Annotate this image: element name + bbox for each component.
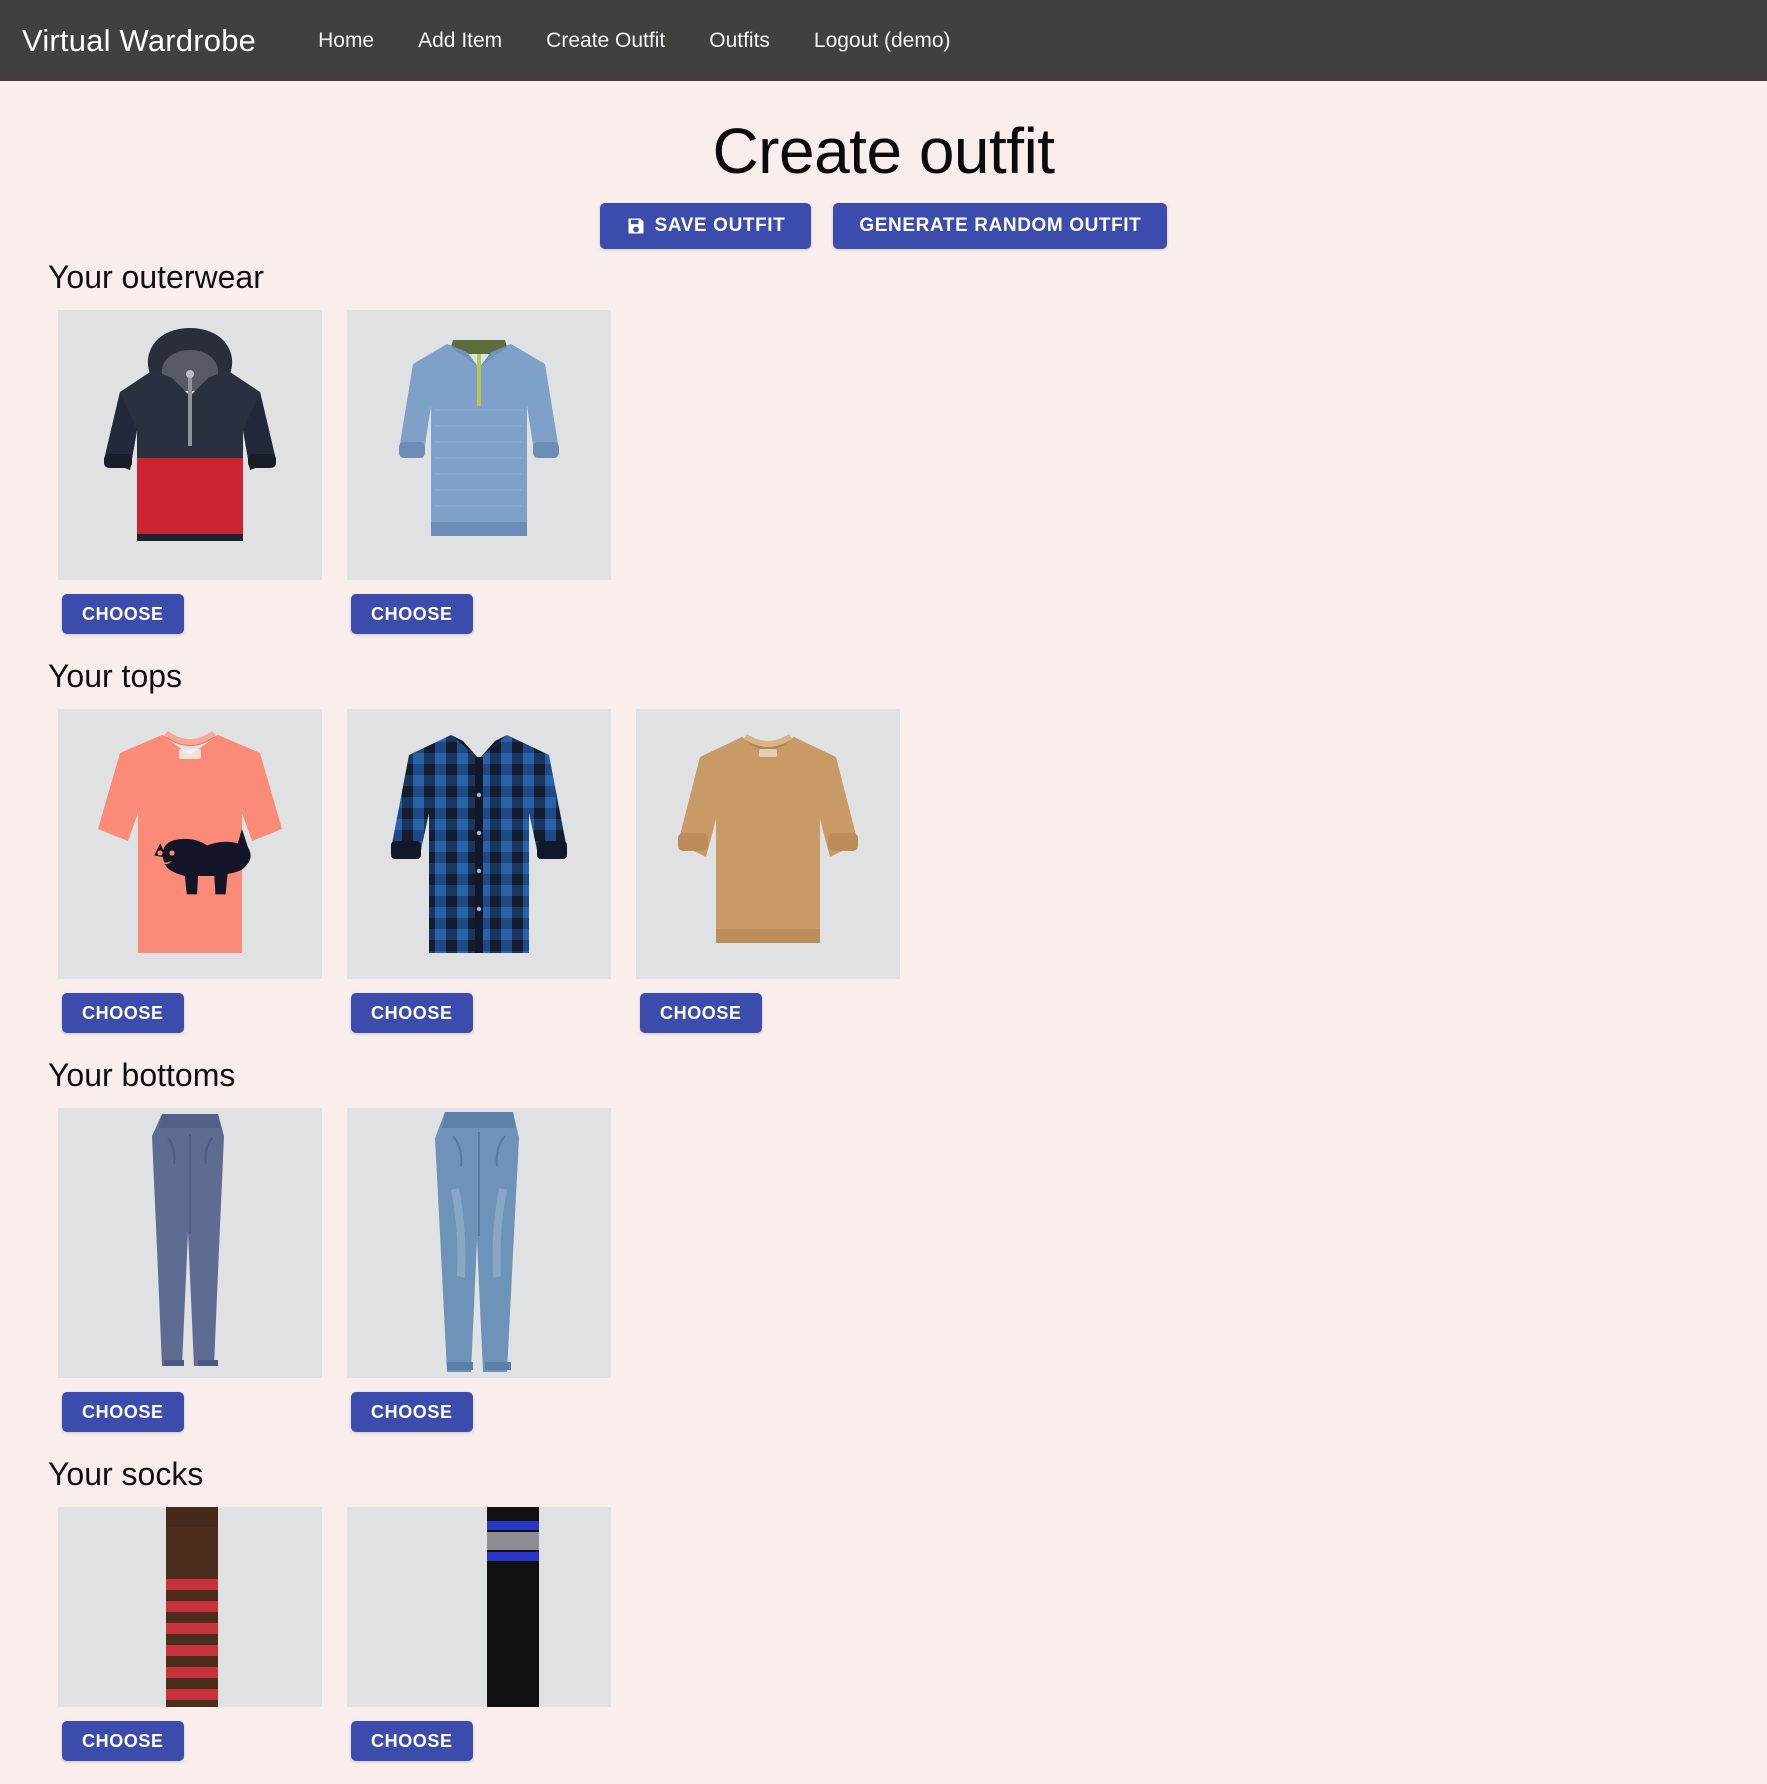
item-row-socks: CHOOSE CHOOSE — [0, 1506, 1767, 1761]
camel-sweatshirt-image — [636, 708, 900, 979]
nav-link-home[interactable]: Home — [296, 29, 396, 53]
create-outfit-page: Create outfit SAVE OUTFIT GENERATE RANDO… — [0, 81, 1767, 1761]
save-outfit-button[interactable]: SAVE OUTFIT — [599, 202, 812, 249]
wardrobe-item-card[interactable]: CHOOSE — [58, 1107, 322, 1432]
generate-random-outfit-label: GENERATE RANDOM OUTFIT — [859, 215, 1142, 237]
wardrobe-item-card[interactable]: CHOOSE — [58, 1506, 322, 1761]
choose-button[interactable]: CHOOSE — [351, 1391, 473, 1432]
item-thumbnail[interactable] — [58, 1107, 322, 1378]
blue-jeans-image — [347, 1107, 611, 1378]
item-thumbnail[interactable] — [347, 708, 611, 979]
wardrobe-item-card[interactable]: CHOOSE — [347, 1506, 611, 1761]
choose-button[interactable]: CHOOSE — [640, 992, 762, 1033]
nav-link-outfits[interactable]: Outfits — [687, 29, 792, 53]
navbar: Virtual Wardrobe Home Add Item Create Ou… — [0, 0, 1767, 81]
wardrobe-item-card[interactable]: CHOOSE — [347, 708, 611, 1033]
section-heading-outerwear: Your outerwear — [48, 258, 264, 295]
nav-link-create-outfit[interactable]: Create Outfit — [524, 29, 687, 53]
striped-socks-brown-image — [58, 1506, 322, 1707]
item-row-tops: CHOOSE CHOOSE CHOOSE — [0, 708, 1767, 1033]
choose-button[interactable]: CHOOSE — [62, 1720, 184, 1761]
blouson-jacket-image — [347, 309, 611, 580]
flannel-check-shirt-image — [347, 708, 611, 979]
save-outfit-label: SAVE OUTFIT — [654, 215, 786, 237]
item-row-outerwear: CHOOSE CHOOSE — [0, 309, 1767, 634]
chino-trousers-image — [58, 1107, 322, 1378]
section-heading-bottoms: Your bottoms — [48, 1056, 236, 1093]
nav-link-add-item[interactable]: Add Item — [396, 29, 524, 53]
primary-navigation: Home Add Item Create Outfit Outfits Logo… — [296, 29, 972, 53]
wardrobe-item-card[interactable]: CHOOSE — [347, 1107, 611, 1432]
generate-random-outfit-button[interactable]: GENERATE RANDOM OUTFIT — [833, 202, 1168, 249]
item-row-bottoms: CHOOSE CHOOSE — [0, 1107, 1767, 1432]
item-thumbnail[interactable] — [636, 708, 900, 979]
striped-socks-black-image — [347, 1506, 611, 1707]
choose-button[interactable]: CHOOSE — [351, 593, 473, 634]
item-thumbnail[interactable] — [58, 309, 322, 580]
anorak-jacket-image — [58, 309, 322, 580]
wardrobe-item-card[interactable]: CHOOSE — [58, 309, 322, 634]
floppy-disk-icon — [626, 216, 646, 236]
page-title: Create outfit — [712, 115, 1055, 187]
wardrobe-item-card[interactable]: CHOOSE — [58, 708, 322, 1033]
nav-link-logout[interactable]: Logout (demo) — [792, 29, 973, 53]
section-heading-tops: Your tops — [48, 657, 183, 694]
choose-button[interactable]: CHOOSE — [62, 593, 184, 634]
action-bar: SAVE OUTFIT GENERATE RANDOM OUTFIT — [0, 202, 1767, 249]
wardrobe-item-card[interactable]: CHOOSE — [347, 309, 611, 634]
choose-button[interactable]: CHOOSE — [351, 1720, 473, 1761]
choose-button[interactable]: CHOOSE — [62, 1391, 184, 1432]
brand-logo[interactable]: Virtual Wardrobe — [22, 23, 256, 59]
section-heading-socks: Your socks — [48, 1455, 204, 1492]
wardrobe-item-card[interactable]: CHOOSE — [636, 708, 900, 1033]
cat-graphic-tshirt-image — [58, 708, 322, 979]
choose-button[interactable]: CHOOSE — [62, 992, 184, 1033]
choose-button[interactable]: CHOOSE — [351, 992, 473, 1033]
item-thumbnail[interactable] — [347, 1107, 611, 1378]
item-thumbnail[interactable] — [58, 708, 322, 979]
item-thumbnail[interactable] — [347, 1506, 611, 1707]
item-thumbnail[interactable] — [58, 1506, 322, 1707]
item-thumbnail[interactable] — [347, 309, 611, 580]
